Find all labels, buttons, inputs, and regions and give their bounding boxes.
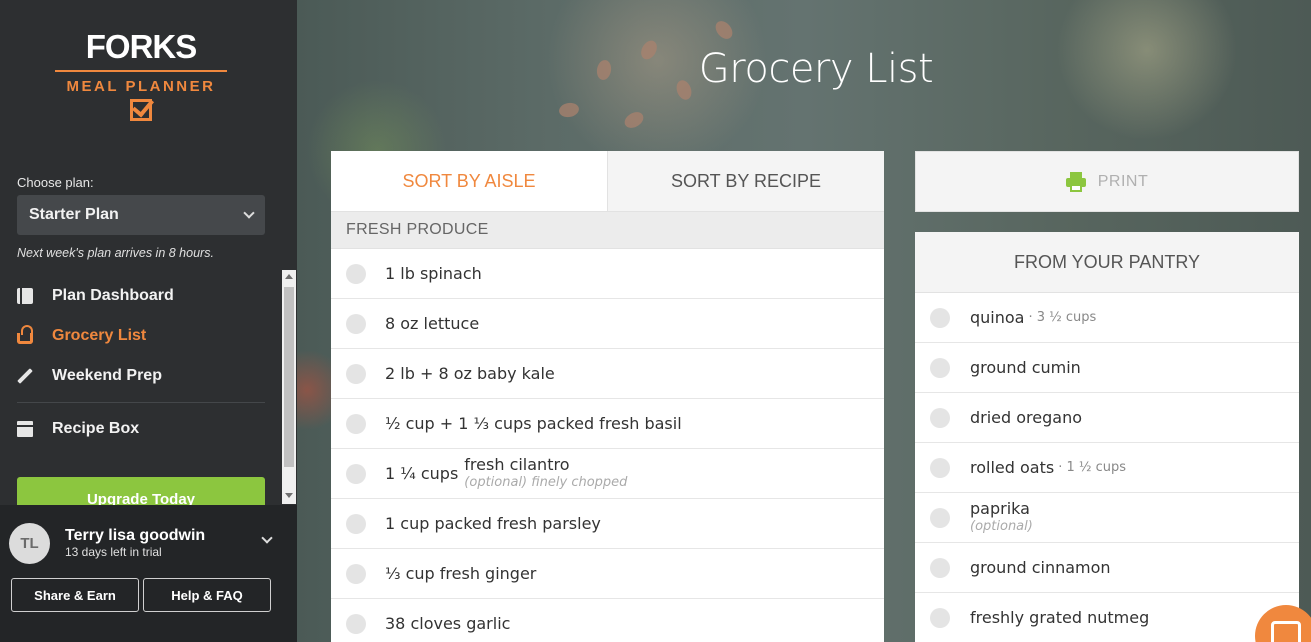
item-label: dried oregano <box>970 408 1083 427</box>
item-label: ½ cup + 1 ⅓ cups packed fresh basil <box>385 414 682 433</box>
print-button[interactable]: PRINT <box>915 151 1299 212</box>
check-circle[interactable] <box>930 307 950 328</box>
chevron-down-icon <box>243 207 255 219</box>
item-label: 8 oz lettuce <box>385 314 480 333</box>
scroll-down-arrow-icon[interactable] <box>285 493 293 498</box>
help-faq-button[interactable]: Help & FAQ <box>143 578 271 612</box>
sidebar-item-weekend-prep[interactable]: Weekend Prep <box>17 356 265 396</box>
list-item[interactable]: 1 cup packed fresh parsley <box>331 499 884 549</box>
item-quantity: 1 ¼ cups <box>385 464 459 483</box>
item-quantity: · 1 ½ cups <box>1058 460 1127 475</box>
item-label: freshly grated nutmeg <box>970 608 1150 627</box>
pencil-icon <box>17 368 33 384</box>
check-circle[interactable] <box>930 407 950 428</box>
next-week-note: Next week's plan arrives in 8 hours. <box>17 246 214 260</box>
user-panel: TL Terry lisa goodwin 13 days left in tr… <box>0 505 297 642</box>
list-item[interactable]: ½ cup + 1 ⅓ cups packed fresh basil <box>331 399 884 449</box>
check-circle[interactable] <box>346 413 366 434</box>
pantry-item[interactable]: rolled oats · 1 ½ cups <box>915 443 1299 493</box>
pantry-item[interactable]: freshly grated nutmeg <box>915 593 1299 642</box>
check-circle[interactable] <box>930 357 950 378</box>
print-label: PRINT <box>1097 172 1149 190</box>
sidebar-item-recipe-box[interactable]: Recipe Box <box>17 409 265 449</box>
item-label: quinoa <box>970 308 1025 327</box>
pantry-item[interactable]: quinoa · 3 ½ cups <box>915 293 1299 343</box>
check-circle[interactable] <box>346 263 366 284</box>
sidebar-item-grocery-list[interactable]: Grocery List <box>17 316 265 356</box>
item-label: 1 cup packed fresh parsley <box>385 514 601 533</box>
pantry-title: FROM YOUR PANTRY <box>915 232 1299 293</box>
aisle-header: FRESH PRODUCE <box>331 212 884 249</box>
logo-divider <box>55 70 227 72</box>
list-item[interactable]: ⅓ cup fresh ginger <box>331 549 884 599</box>
item-quantity: · 3 ½ cups <box>1028 310 1097 325</box>
basket-icon <box>17 325 33 344</box>
user-menu-chevron-icon[interactable] <box>261 532 273 544</box>
scroll-up-arrow-icon[interactable] <box>285 274 293 279</box>
sidebar-item-plan-dashboard[interactable]: Plan Dashboard <box>17 276 265 316</box>
user-name: Terry lisa goodwin <box>65 527 206 544</box>
item-label: paprika <box>970 498 1030 518</box>
plan-select[interactable]: Starter Plan <box>17 195 265 235</box>
forks-logo[interactable]: FORKS MEAL PLANNER <box>55 30 227 121</box>
list-item[interactable]: 8 oz lettuce <box>331 299 884 349</box>
item-note: (optional) <box>970 518 1033 534</box>
check-circle[interactable] <box>930 457 950 478</box>
sidebar-item-label: Weekend Prep <box>52 367 162 384</box>
logo-wordmark: FORKS <box>85 28 198 65</box>
page-title: Grocery List <box>698 46 934 92</box>
trial-status: 13 days left in trial <box>65 545 162 559</box>
checkbox-logo-icon <box>130 99 152 121</box>
logo-subtitle: MEAL PLANNER <box>66 78 216 95</box>
scrollbar-thumb[interactable] <box>284 287 294 467</box>
pantry-card: FROM YOUR PANTRY quinoa · 3 ½ cups groun… <box>915 232 1299 642</box>
sidebar-item-label: Plan Dashboard <box>52 287 174 304</box>
item-label: 2 lb + 8 oz baby kale <box>385 364 555 383</box>
check-circle[interactable] <box>930 607 950 628</box>
list-item[interactable]: 2 lb + 8 oz baby kale <box>331 349 884 399</box>
check-circle[interactable] <box>346 313 366 334</box>
item-label: ground cumin <box>970 358 1081 377</box>
bean-decoration <box>557 101 581 119</box>
item-note: (optional) finely chopped <box>464 474 628 490</box>
check-circle[interactable] <box>930 507 950 528</box>
item-label: ⅓ cup fresh ginger <box>385 564 537 583</box>
item-label: 38 cloves garlic <box>385 614 511 633</box>
share-earn-button[interactable]: Share & Earn <box>11 578 139 612</box>
tab-sort-by-aisle[interactable]: SORT BY AISLE <box>331 151 607 211</box>
check-circle[interactable] <box>346 613 366 634</box>
list-item[interactable]: 38 cloves garlic <box>331 599 884 642</box>
pantry-item[interactable]: paprika (optional) <box>915 493 1299 543</box>
bean-decoration <box>712 17 736 43</box>
check-circle[interactable] <box>346 363 366 384</box>
plan-select-value: Starter Plan <box>29 206 119 223</box>
check-circle[interactable] <box>346 463 366 484</box>
item-label: rolled oats <box>970 458 1055 477</box>
item-label: 1 lb spinach <box>385 264 482 283</box>
check-circle[interactable] <box>346 563 366 584</box>
grocery-list-card: SORT BY AISLE SORT BY RECIPE FRESH PRODU… <box>331 151 884 642</box>
printer-icon <box>1065 171 1086 192</box>
list-item[interactable]: 1 ¼ cups fresh cilantro (optional) finel… <box>331 449 884 499</box>
nav-divider <box>17 402 265 403</box>
sort-tabs: SORT BY AISLE SORT BY RECIPE <box>331 151 884 212</box>
choose-plan-label: Choose plan: <box>17 175 94 190</box>
item-label: fresh cilantro <box>464 454 570 474</box>
pantry-item[interactable]: ground cinnamon <box>915 543 1299 593</box>
sidebar-item-label: Grocery List <box>52 327 147 344</box>
sidebar-item-label: Recipe Box <box>52 420 140 437</box>
dashboard-icon <box>17 288 33 304</box>
tab-sort-by-recipe[interactable]: SORT BY RECIPE <box>607 151 884 211</box>
check-circle[interactable] <box>346 513 366 534</box>
avatar[interactable]: TL <box>9 523 50 564</box>
sidebar-nav: Plan Dashboard Grocery List Weekend Prep… <box>17 276 265 449</box>
sidebar: FORKS MEAL PLANNER Choose plan: Starter … <box>0 0 297 642</box>
item-label: ground cinnamon <box>970 558 1111 577</box>
check-circle[interactable] <box>930 557 950 578</box>
recipe-box-icon <box>17 421 33 437</box>
list-item[interactable]: 1 lb spinach <box>331 249 884 299</box>
pantry-item[interactable]: dried oregano <box>915 393 1299 443</box>
bean-decoration <box>621 108 647 132</box>
pantry-item[interactable]: ground cumin <box>915 343 1299 393</box>
